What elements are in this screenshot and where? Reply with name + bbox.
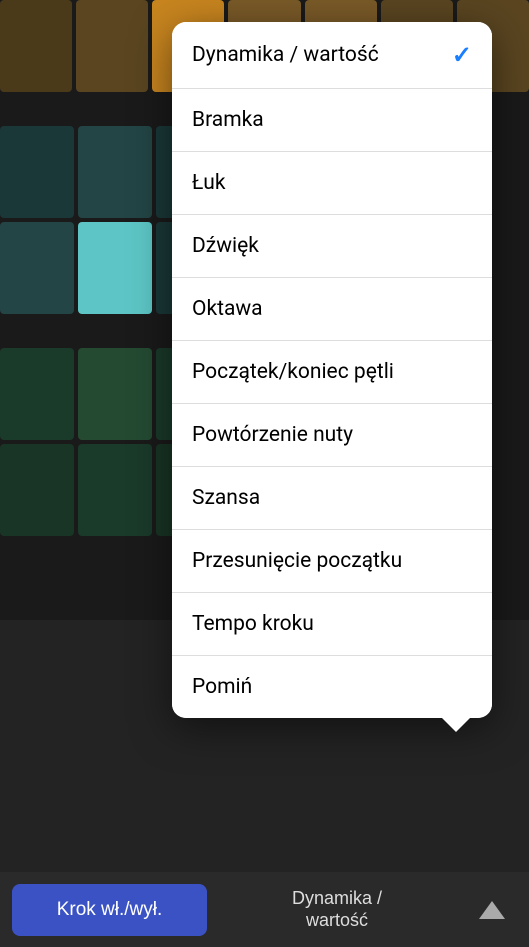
menu-item-label: Szansa bbox=[192, 486, 260, 510]
grid-cell[interactable] bbox=[0, 222, 74, 314]
grid-cell[interactable] bbox=[0, 348, 74, 440]
grid-cell[interactable] bbox=[0, 444, 74, 536]
menu-item-luk[interactable]: Łuk bbox=[172, 152, 492, 215]
triangle-up-icon bbox=[479, 901, 505, 919]
checkmark-icon: ✓ bbox=[452, 41, 472, 69]
menu-item-label: Łuk bbox=[192, 171, 226, 195]
step-toggle-button[interactable]: Krok wł./wył. bbox=[12, 884, 207, 936]
grid-cell[interactable] bbox=[0, 126, 74, 218]
menu-item-bramka[interactable]: Bramka bbox=[172, 89, 492, 152]
edit-mode-button[interactable]: Dynamika / wartość bbox=[217, 884, 457, 936]
menu-item-label: Pomiń bbox=[192, 675, 252, 699]
menu-item-tempo[interactable]: Tempo kroku bbox=[172, 593, 492, 656]
menu-item-label: Przesunięcie początku bbox=[192, 549, 402, 573]
menu-item-pomin[interactable]: Pomiń bbox=[172, 656, 492, 718]
menu-item-label: Bramka bbox=[192, 108, 264, 132]
grid-cell[interactable] bbox=[78, 348, 152, 440]
menu-item-dynamika[interactable]: Dynamika / wartość ✓ bbox=[172, 22, 492, 89]
menu-item-label: Dynamika / wartość bbox=[192, 43, 379, 67]
menu-item-label: Powtórzenie nuty bbox=[192, 423, 353, 447]
edit-mode-popover: Dynamika / wartość ✓ Bramka Łuk Dźwięk O… bbox=[172, 22, 492, 718]
menu-item-label: Tempo kroku bbox=[192, 612, 314, 636]
menu-toggle-button[interactable] bbox=[467, 884, 517, 936]
bottom-toolbar: Krok wł./wył. Dynamika / wartość bbox=[0, 872, 529, 947]
edit-mode-menu: Dynamika / wartość ✓ Bramka Łuk Dźwięk O… bbox=[172, 22, 492, 718]
menu-item-label: Początek/koniec pętli bbox=[192, 360, 394, 384]
menu-item-przesuniecie[interactable]: Przesunięcie początku bbox=[172, 530, 492, 593]
menu-item-szansa[interactable]: Szansa bbox=[172, 467, 492, 530]
grid-cell[interactable] bbox=[76, 0, 148, 92]
menu-item-oktawa[interactable]: Oktawa bbox=[172, 278, 492, 341]
grid-cell[interactable] bbox=[78, 126, 152, 218]
menu-item-label: Oktawa bbox=[192, 297, 263, 321]
grid-cell[interactable] bbox=[0, 0, 72, 92]
menu-item-poczatek-koniec[interactable]: Początek/koniec pętli bbox=[172, 341, 492, 404]
menu-item-dzwiek[interactable]: Dźwięk bbox=[172, 215, 492, 278]
grid-cell[interactable] bbox=[78, 222, 152, 314]
grid-cell[interactable] bbox=[78, 444, 152, 536]
menu-item-powtorzenie[interactable]: Powtórzenie nuty bbox=[172, 404, 492, 467]
menu-item-label: Dźwięk bbox=[192, 234, 259, 258]
